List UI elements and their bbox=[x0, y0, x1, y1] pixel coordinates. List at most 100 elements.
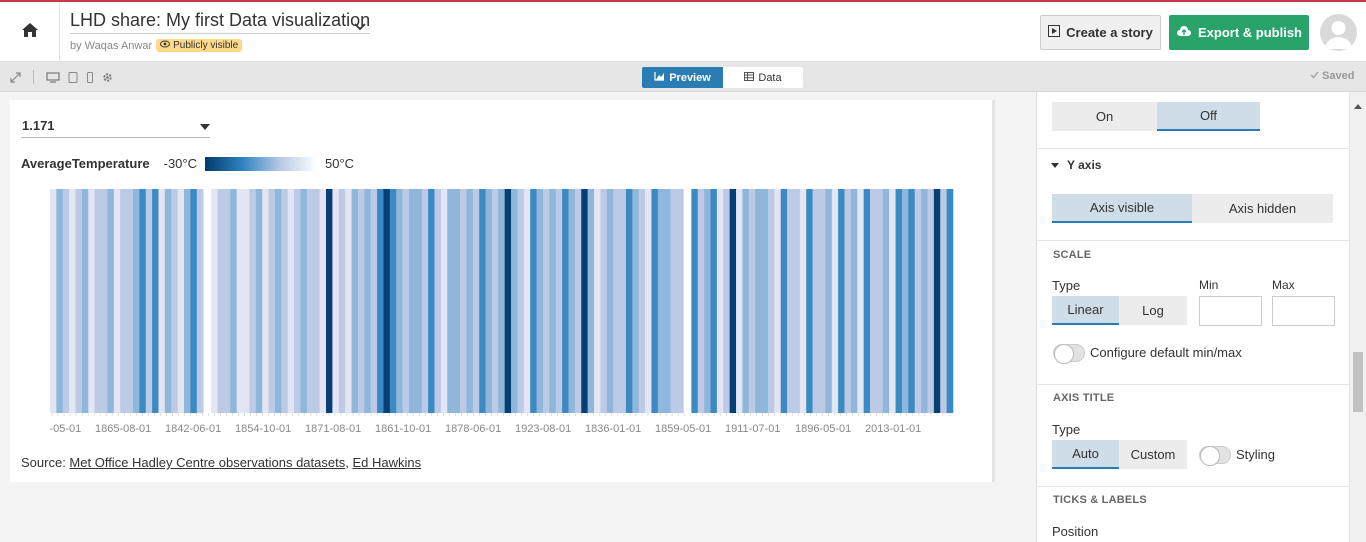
stripe[interactable] bbox=[94, 189, 102, 413]
stripe[interactable] bbox=[230, 189, 237, 413]
stripe[interactable] bbox=[651, 189, 659, 413]
stripe[interactable] bbox=[581, 189, 588, 413]
stripe[interactable] bbox=[152, 189, 159, 413]
stripe[interactable] bbox=[332, 189, 340, 413]
stripe[interactable] bbox=[876, 189, 884, 413]
stripe[interactable] bbox=[485, 189, 493, 413]
axis-visible-button[interactable]: Axis visible bbox=[1052, 194, 1192, 223]
stripe[interactable] bbox=[723, 189, 730, 413]
y-axis-section-header[interactable]: Y axis bbox=[1051, 158, 1101, 172]
stripe[interactable] bbox=[383, 189, 391, 413]
stripe[interactable] bbox=[574, 189, 582, 413]
stripe[interactable] bbox=[638, 189, 646, 413]
stripe[interactable] bbox=[895, 189, 903, 413]
max-input[interactable] bbox=[1272, 296, 1335, 326]
styling-switch[interactable] bbox=[1199, 446, 1231, 466]
stripe[interactable] bbox=[326, 189, 333, 413]
stripe[interactable] bbox=[255, 189, 263, 413]
stripe[interactable] bbox=[120, 189, 127, 413]
stripe[interactable] bbox=[313, 189, 320, 413]
stripe[interactable] bbox=[838, 189, 845, 413]
stripe[interactable] bbox=[223, 189, 231, 413]
stripe[interactable] bbox=[460, 189, 467, 413]
stripe[interactable] bbox=[921, 189, 928, 413]
stripe[interactable] bbox=[863, 189, 871, 413]
stripe[interactable] bbox=[319, 189, 327, 413]
stripe[interactable] bbox=[806, 189, 813, 413]
stripe[interactable] bbox=[306, 189, 314, 413]
off-button[interactable]: Off bbox=[1157, 102, 1260, 131]
stripe[interactable] bbox=[504, 189, 512, 413]
create-story-button[interactable]: Create a story bbox=[1040, 15, 1161, 50]
stripe[interactable] bbox=[748, 189, 756, 413]
stripe[interactable] bbox=[933, 189, 941, 413]
gear-icon[interactable] bbox=[102, 72, 113, 83]
stripe[interactable] bbox=[396, 189, 403, 413]
stripe[interactable] bbox=[755, 189, 762, 413]
stripe[interactable] bbox=[632, 189, 639, 413]
stripe[interactable] bbox=[338, 189, 346, 413]
stripe[interactable] bbox=[402, 189, 410, 413]
stripe[interactable] bbox=[236, 189, 244, 413]
stripe[interactable] bbox=[262, 189, 269, 413]
stripe[interactable] bbox=[670, 189, 678, 413]
stripe[interactable] bbox=[676, 189, 684, 413]
stripe[interactable] bbox=[294, 189, 301, 413]
stripe[interactable] bbox=[716, 189, 724, 413]
stripe[interactable] bbox=[818, 189, 826, 413]
stripe[interactable] bbox=[345, 189, 352, 413]
on-button[interactable]: On bbox=[1052, 102, 1157, 131]
stripe[interactable] bbox=[742, 189, 750, 413]
stripe[interactable] bbox=[523, 189, 531, 413]
stripe[interactable] bbox=[657, 189, 665, 413]
expand-icon[interactable] bbox=[10, 71, 21, 83]
axis-hidden-button[interactable]: Axis hidden bbox=[1192, 194, 1333, 223]
source-link-hawkins[interactable]: Ed Hawkins bbox=[352, 455, 421, 470]
auto-button[interactable]: Auto bbox=[1052, 440, 1119, 469]
stripe[interactable] bbox=[511, 189, 518, 413]
stripe[interactable] bbox=[190, 189, 198, 413]
export-publish-button[interactable]: Export & publish bbox=[1169, 15, 1309, 50]
stripe[interactable] bbox=[249, 189, 257, 413]
stripe[interactable] bbox=[517, 189, 525, 413]
stripe[interactable] bbox=[62, 189, 70, 413]
stripe[interactable] bbox=[421, 189, 429, 413]
mobile-icon[interactable] bbox=[86, 71, 94, 83]
stripe[interactable] bbox=[69, 189, 76, 413]
data-tab[interactable]: Data bbox=[723, 67, 803, 88]
stripe[interactable] bbox=[562, 189, 569, 413]
stripe[interactable] bbox=[908, 189, 916, 413]
stripe[interactable] bbox=[946, 189, 954, 413]
stripe[interactable] bbox=[357, 189, 365, 413]
stripe[interactable] bbox=[889, 189, 896, 413]
stripe[interactable] bbox=[594, 189, 601, 413]
stripe[interactable] bbox=[736, 189, 743, 413]
stripe[interactable] bbox=[287, 189, 295, 413]
stripe[interactable] bbox=[619, 189, 627, 413]
stripe[interactable] bbox=[787, 189, 794, 413]
stripe[interactable] bbox=[767, 189, 775, 413]
scroll-thumb[interactable] bbox=[1353, 352, 1363, 412]
stripe[interactable] bbox=[625, 189, 633, 413]
stripe[interactable] bbox=[542, 189, 550, 413]
stripe[interactable] bbox=[536, 189, 544, 413]
stripe[interactable] bbox=[664, 189, 671, 413]
stripe[interactable] bbox=[697, 189, 705, 413]
stripe[interactable] bbox=[568, 189, 576, 413]
stripe[interactable] bbox=[498, 189, 505, 413]
stripe[interactable] bbox=[901, 189, 909, 413]
stripe[interactable] bbox=[351, 189, 359, 413]
chart-title[interactable]: LHD share: My first Data visualization bbox=[70, 10, 371, 34]
stripe[interactable] bbox=[780, 189, 788, 413]
stripe[interactable] bbox=[126, 189, 134, 413]
stripe[interactable] bbox=[107, 189, 115, 413]
stripe[interactable] bbox=[440, 189, 448, 413]
stripe[interactable] bbox=[844, 189, 852, 413]
stripe[interactable] bbox=[793, 189, 801, 413]
stripe[interactable] bbox=[184, 189, 191, 413]
stripe[interactable] bbox=[101, 189, 108, 413]
stripe[interactable] bbox=[914, 189, 922, 413]
stripe[interactable] bbox=[370, 189, 378, 413]
stripe[interactable] bbox=[428, 189, 435, 413]
series-dropdown[interactable]: 1.171 bbox=[21, 113, 210, 138]
